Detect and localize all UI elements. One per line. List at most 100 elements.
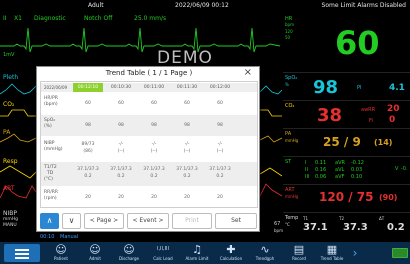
co2-value: 38 — [317, 105, 343, 126]
spo2-label: SpO₂ — [285, 75, 298, 81]
print-button[interactable]: Print — [172, 213, 212, 229]
trend-table-icon: ▦ — [326, 243, 338, 256]
t2-value: 37.3 — [343, 222, 368, 233]
st-v-label: V — [395, 166, 399, 172]
close-icon[interactable]: × — [244, 67, 252, 78]
co2-label: CO₂ — [285, 103, 295, 109]
status-bar: Adult 2022/06/09 00:12 Some Limit Alarms… — [0, 0, 410, 13]
table-row[interactable]: RR/RR (rpm) 20 20 20 20 20 — [41, 187, 257, 207]
st-param-panel[interactable]: ST I 0.11 aVR -0.12 II 0.16 aVL 0.03 III 0.06 aV… — [283, 156, 410, 184]
trend-table: 2022/06/09 00:12:10 00:10:30 00:11:00 00… — [40, 81, 258, 208]
trend-table-dialog: Trend Table ( 1 / 1 Page ) × 2022/06/09 … — [36, 66, 260, 232]
st-row-3: III 0.06 aVF 0.10 — [305, 174, 363, 180]
time-column-header[interactable]: 00:11:30 — [172, 85, 202, 90]
time-column-header[interactable]: 00:11:00 — [139, 85, 169, 90]
st-v-value: -0. — [401, 166, 408, 172]
date-time: 2022/06/09 00:12 — [175, 2, 229, 9]
awrr-label: awRR — [361, 107, 376, 113]
art-mean: (90) — [379, 193, 398, 202]
temp-unit: °C — [285, 222, 290, 227]
time-column-header[interactable]: 00:12:10 — [73, 83, 103, 92]
pa-param-panel[interactable]: PA mmHg 25 / 9 (14) — [283, 128, 410, 156]
art-label: ART — [285, 187, 295, 193]
art-param-panel[interactable]: ART mmHg 120 / 75 (90) — [283, 184, 410, 212]
nibp-side-value: 67 — [274, 221, 281, 227]
spo2-param-panel[interactable]: SpO₂ % 98 PI 4.1 — [283, 72, 410, 100]
left-wave-traces — [0, 83, 36, 199]
patient-type[interactable]: Adult — [88, 2, 104, 9]
fi-label: Fi — [369, 118, 373, 124]
temp-label: Temp — [285, 215, 299, 221]
hr-param-panel[interactable]: HR bpm 120 50 60 — [283, 14, 410, 72]
temp-param-panel[interactable]: Temp °C T1 37.1 T2 37.3 ΔT 0.2 — [283, 212, 410, 242]
dialog-title: Trend Table ( 1 / 1 Page ) — [105, 69, 193, 77]
trend-table-button[interactable]: ▦ Trend Table — [315, 242, 349, 264]
st-label: ST — [285, 159, 292, 165]
toolbar-next-icon[interactable]: › — [349, 244, 361, 262]
bell-icon: ♫ — [192, 243, 202, 256]
st-row-1: I 0.11 aVR -0.12 — [305, 160, 364, 166]
table-row[interactable]: NIBP (mmHg) 89/73 (86) -/- (--) -/- (--)… — [41, 137, 257, 161]
admit-icon: ☺ — [89, 243, 101, 256]
table-row[interactable]: SpO₂ (%) 98 98 98 98 98 — [41, 115, 257, 136]
t1-value: 37.1 — [303, 222, 328, 233]
calculation-icon: ✚ — [226, 243, 236, 256]
scroll-up-button[interactable]: ∧ — [40, 213, 59, 229]
demo-watermark: DEMO — [157, 48, 213, 68]
ecg-notch-label[interactable]: Notch Off — [84, 15, 112, 22]
nibp-mode: Manual — [60, 234, 79, 240]
time-column-header[interactable]: 00:12:00 — [205, 85, 235, 90]
menu-icon — [15, 249, 29, 251]
table-row[interactable]: HR/PR (bpm) 60 60 60 60 60 — [41, 93, 257, 114]
event-selector-button[interactable]: < Event > — [127, 213, 169, 229]
st-row-2: II 0.16 aVL 0.03 — [305, 167, 363, 173]
scroll-down-button[interactable]: ∨ — [62, 213, 81, 229]
art-value: 120 / 75 — [319, 190, 374, 204]
alarm-limit-button[interactable]: ♫ Alarm Limit — [180, 242, 214, 264]
set-button[interactable]: Set — [215, 213, 257, 229]
date-header: 2022/06/09 — [44, 85, 68, 90]
ecg-scale-label: 1mV — [3, 52, 15, 58]
ecg-waveform[interactable]: 1mV — [0, 22, 280, 64]
co2-param-panel[interactable]: CO₂ 38 awRR 20 Fi 0 — [283, 100, 410, 128]
ecg-lead2-label[interactable]: X1 — [14, 15, 22, 22]
pi-value: 4.1 — [389, 83, 405, 93]
calc-lead-icon: I,II,III — [156, 246, 170, 252]
right-wave-traces — [260, 85, 282, 197]
alarm-status[interactable]: Some Limit Alarms Disabled — [322, 2, 406, 9]
t1-label: T1 — [303, 216, 308, 221]
art-unit: mmHg — [285, 194, 299, 199]
ecg-speed-label[interactable]: 25.0 mm/s — [134, 15, 166, 22]
fi-value: 0 — [389, 115, 396, 125]
pa-unit: mmHg — [285, 138, 299, 143]
pa-value: 25 / 9 — [323, 135, 361, 149]
hr-low-limit: 50 — [285, 35, 291, 40]
calc-lead-button[interactable]: I,II,III Calc Lead — [146, 242, 180, 264]
awrr-value: 20 — [387, 104, 400, 114]
record-icon: ▤ — [293, 243, 305, 256]
pa-label: PA — [285, 131, 292, 137]
ecg-lead-label[interactable]: II — [3, 15, 7, 22]
trend-graph-icon: ∿ — [260, 243, 270, 256]
discharge-button[interactable]: ☺ Discharge — [112, 242, 146, 264]
battery-icon — [392, 248, 408, 258]
pa-mean: (14) — [374, 138, 393, 147]
calculation-button[interactable]: ✚ Calculation — [214, 242, 248, 264]
admit-button[interactable]: ☺ Admit — [78, 242, 112, 264]
patient-button[interactable]: ☺ Patient — [44, 242, 78, 264]
time-column-header[interactable]: 00:10:30 — [106, 85, 136, 90]
trend-graph-button[interactable]: ∿ Trendgph — [248, 242, 282, 264]
patient-icon: ☺ — [55, 243, 67, 256]
page-selector-button[interactable]: < Page > — [84, 213, 124, 229]
spo2-value: 98 — [313, 77, 339, 98]
dt-label: ΔT — [379, 216, 385, 221]
hr-value: 60 — [335, 24, 380, 62]
table-row[interactable]: T1/T2 TD (°C) 37.1/37.3 0.2 37.1/37.3 0.… — [41, 162, 257, 186]
nibp-time: 00:10 — [40, 234, 55, 240]
main-menu-button[interactable] — [4, 244, 40, 262]
ecg-mode-label[interactable]: Diagnostic — [34, 15, 66, 22]
discharge-icon: ☺ — [123, 243, 135, 256]
dt-value: 0.2 — [387, 222, 405, 233]
hr-unit: bpm — [285, 22, 294, 27]
record-button[interactable]: ▤ Record — [282, 242, 316, 264]
